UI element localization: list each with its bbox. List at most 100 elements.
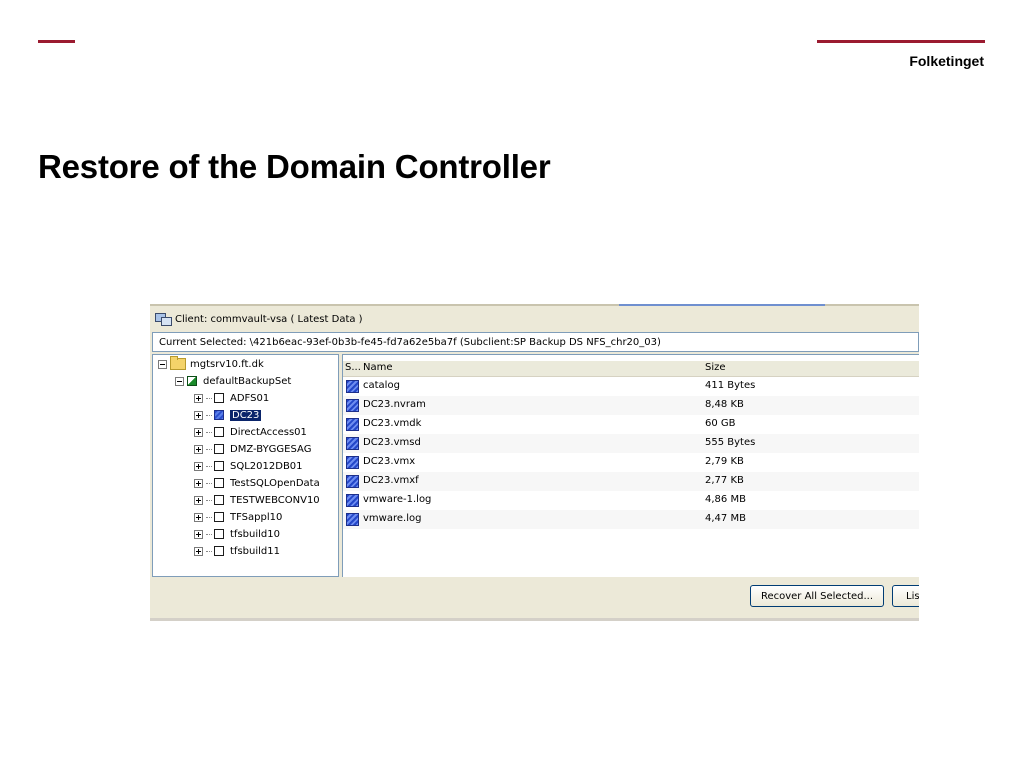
tree-item-directaccess01[interactable]: DirectAccess01 (194, 424, 307, 440)
tree-item-label[interactable]: TestSQLOpenData (230, 478, 320, 489)
file-row[interactable]: DC23.nvram 8,48 KB (343, 396, 919, 415)
tree-item-dc23[interactable]: DC23 (194, 407, 262, 423)
item-checkbox[interactable] (214, 546, 224, 556)
file-row[interactable]: DC23.vmx 2,79 KB (343, 453, 919, 472)
slide: Folketinget Restore of the Domain Contro… (0, 0, 1024, 768)
slide-title: Restore of the Domain Controller (38, 148, 551, 185)
file-name: DC23.vmx (363, 456, 416, 467)
tree-item-tfsbuild10[interactable]: tfsbuild10 (194, 526, 280, 542)
current-selected-text: Current Selected: \421b6eac-93ef-0b3b-fe… (159, 336, 661, 348)
tree-item-label-selected[interactable]: DC23 (230, 409, 262, 421)
file-size: 555 Bytes (705, 437, 756, 448)
tree-node-label[interactable]: defaultBackupSet (203, 376, 291, 387)
tree-item-testwebconv10[interactable]: TESTWEBCONV10 (194, 492, 320, 508)
file-name: DC23.vmxf (363, 475, 419, 486)
backupset-icon (187, 376, 197, 386)
accent-line-left (38, 40, 75, 43)
item-checkbox[interactable] (214, 444, 224, 454)
tree-item-adfs01[interactable]: ADFS01 (194, 390, 269, 406)
file-selected-icon[interactable] (346, 494, 359, 507)
file-name: DC23.vmsd (363, 437, 421, 448)
expand-icon[interactable] (194, 529, 203, 539)
tree-item-label[interactable]: TFSappl10 (230, 512, 282, 523)
file-selected-icon[interactable] (346, 399, 359, 412)
file-name: DC23.vmdk (363, 418, 422, 429)
item-checkbox-checked[interactable] (214, 410, 224, 420)
tree-item-label[interactable]: DMZ-BYGGESAG (230, 444, 311, 455)
current-selected-field: Current Selected: \421b6eac-93ef-0b3b-fe… (152, 332, 919, 352)
tree-item-sql2012db01[interactable]: SQL2012DB01 (194, 458, 303, 474)
file-row[interactable]: DC23.vmdk 60 GB (343, 415, 919, 434)
file-name: vmware.log (363, 513, 422, 524)
tree-item-label[interactable]: TESTWEBCONV10 (230, 495, 320, 506)
client-title-bar: Client: commvault-vsa ( Latest Data ) (150, 307, 919, 331)
tree-node-label[interactable]: mgtsrv10.ft.dk (190, 359, 264, 370)
expand-icon[interactable] (194, 444, 203, 454)
window-top-highlight (619, 304, 825, 306)
expand-icon[interactable] (194, 393, 203, 403)
file-selected-icon[interactable] (346, 456, 359, 469)
file-size: 60 GB (705, 418, 736, 429)
file-name: vmware-1.log (363, 494, 432, 505)
file-size: 2,79 KB (705, 456, 744, 467)
item-checkbox[interactable] (214, 495, 224, 505)
expand-icon[interactable] (194, 478, 203, 488)
file-name: catalog (363, 380, 400, 391)
client-computer-icon (155, 312, 172, 326)
collapse-icon[interactable] (175, 376, 184, 386)
browse-tree[interactable]: mgtsrv10.ft.dk defaultBackupSet ADFS01 D… (152, 354, 339, 577)
tree-item-dmz-byggesag[interactable]: DMZ-BYGGESAG (194, 441, 311, 457)
file-selected-icon[interactable] (346, 418, 359, 431)
expand-icon[interactable] (194, 410, 203, 420)
file-size: 4,86 MB (705, 494, 746, 505)
tree-item-testsqlopendata[interactable]: TestSQLOpenData (194, 475, 320, 491)
recover-all-selected-button[interactable]: Recover All Selected... (750, 585, 884, 607)
file-row[interactable]: vmware.log 4,47 MB (343, 510, 919, 529)
tree-item-label[interactable]: DirectAccess01 (230, 427, 307, 438)
expand-icon[interactable] (194, 461, 203, 471)
file-size: 8,48 KB (705, 399, 744, 410)
file-row[interactable]: vmware-1.log 4,86 MB (343, 491, 919, 510)
expand-icon[interactable] (194, 427, 203, 437)
brand-label: Folketinget (909, 53, 984, 69)
tree-item-tfsappl10[interactable]: TFSappl10 (194, 509, 282, 525)
client-title: Client: commvault-vsa ( Latest Data ) (175, 313, 363, 325)
item-checkbox[interactable] (214, 512, 224, 522)
column-header-size[interactable]: Size (705, 362, 726, 373)
item-checkbox[interactable] (214, 461, 224, 471)
tree-item-label[interactable]: tfsbuild10 (230, 529, 280, 540)
commvault-browse-window: Client: commvault-vsa ( Latest Data ) Cu… (150, 304, 919, 621)
file-selected-icon[interactable] (346, 437, 359, 450)
column-header-s[interactable]: S... (345, 362, 361, 373)
tree-node-backupset[interactable]: defaultBackupSet (175, 373, 291, 389)
file-name: DC23.nvram (363, 399, 426, 410)
list-header: S... Name Size (343, 361, 919, 377)
file-size: 411 Bytes (705, 380, 756, 391)
file-size: 2,77 KB (705, 475, 744, 486)
tree-item-tfsbuild11[interactable]: tfsbuild11 (194, 543, 280, 559)
item-checkbox[interactable] (214, 478, 224, 488)
button-bar: Recover All Selected... Lis (150, 577, 919, 621)
expand-icon[interactable] (194, 512, 203, 522)
file-row[interactable]: DC23.vmsd 555 Bytes (343, 434, 919, 453)
file-selected-icon[interactable] (346, 513, 359, 526)
column-header-name[interactable]: Name (363, 362, 393, 373)
file-row[interactable]: catalog 411 Bytes (343, 377, 919, 396)
file-selected-icon[interactable] (346, 380, 359, 393)
collapse-icon[interactable] (158, 359, 167, 369)
tree-node-root[interactable]: mgtsrv10.ft.dk (158, 356, 264, 372)
expand-icon[interactable] (194, 495, 203, 505)
item-checkbox[interactable] (214, 529, 224, 539)
tree-item-label[interactable]: tfsbuild11 (230, 546, 280, 557)
file-list[interactable]: S... Name Size catalog 411 Bytes DC23.nv… (342, 354, 919, 577)
file-row[interactable]: DC23.vmxf 2,77 KB (343, 472, 919, 491)
expand-icon[interactable] (194, 546, 203, 556)
tree-item-label[interactable]: SQL2012DB01 (230, 461, 303, 472)
file-size: 4,47 MB (705, 513, 746, 524)
file-selected-icon[interactable] (346, 475, 359, 488)
list-button[interactable]: Lis (892, 585, 919, 607)
item-checkbox[interactable] (214, 427, 224, 437)
folder-icon (170, 356, 186, 370)
item-checkbox[interactable] (214, 393, 224, 403)
tree-item-label[interactable]: ADFS01 (230, 393, 269, 404)
